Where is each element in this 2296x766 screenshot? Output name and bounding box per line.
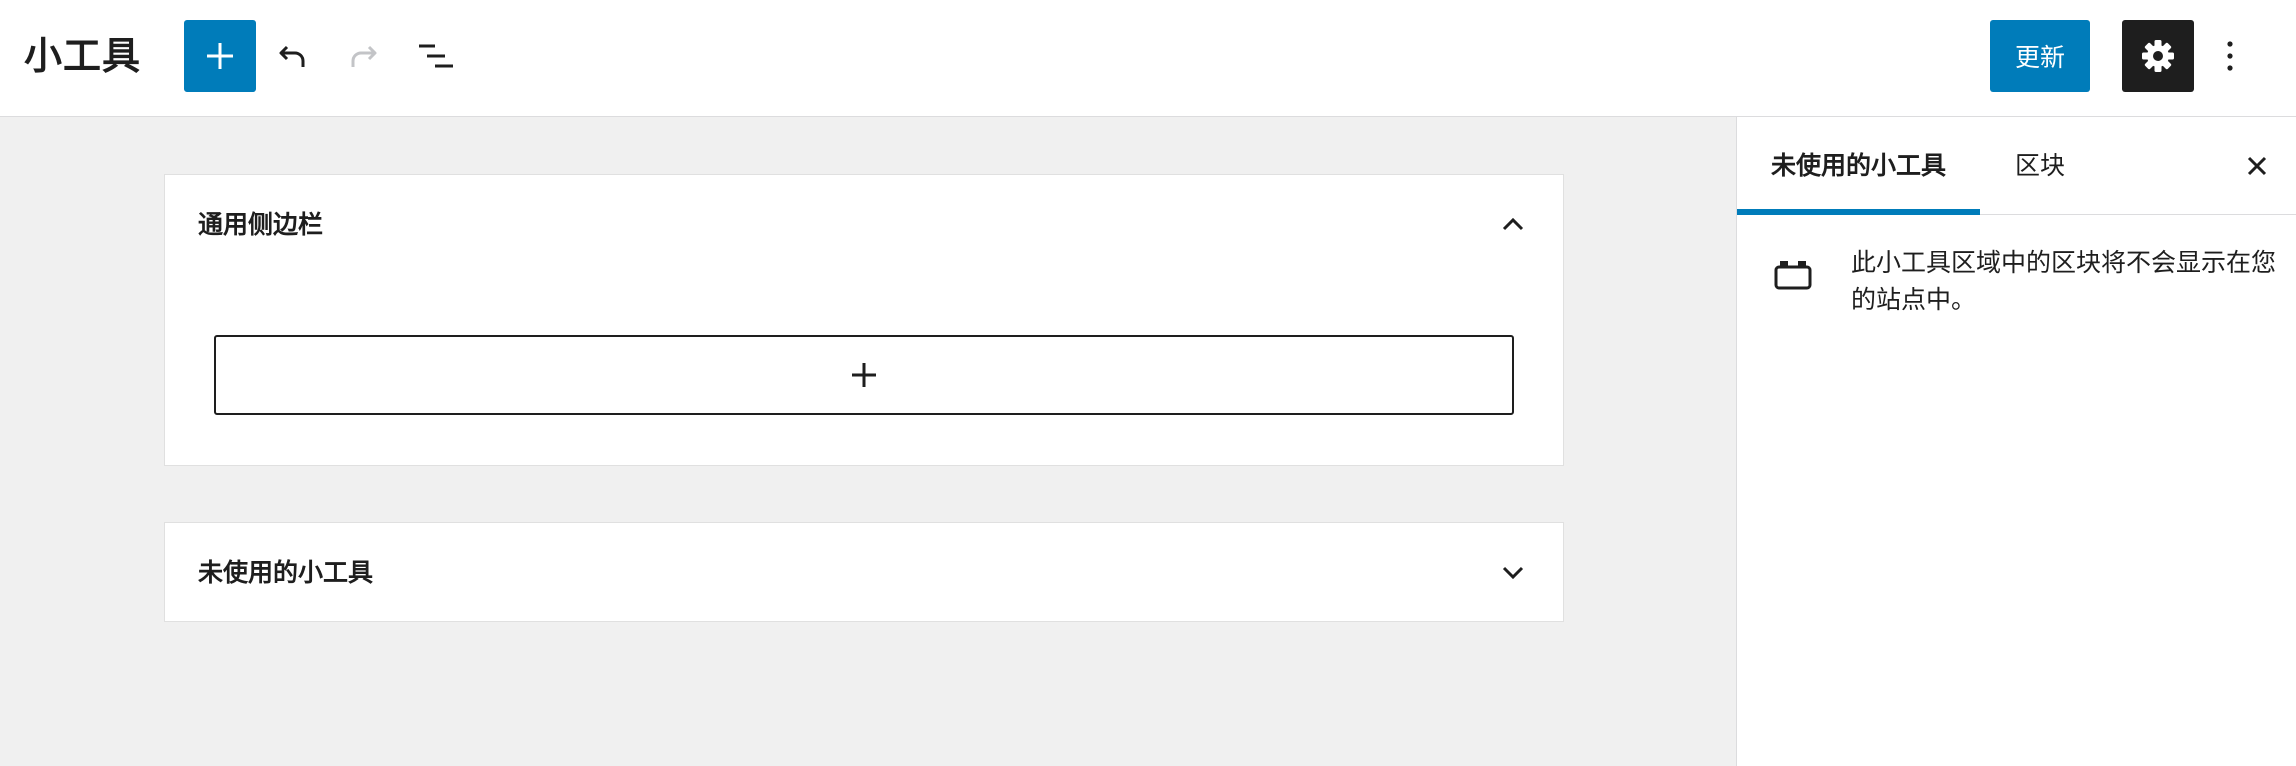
redo-button[interactable] bbox=[334, 26, 394, 86]
list-view-icon bbox=[419, 44, 453, 68]
more-options-button[interactable] bbox=[2200, 26, 2260, 86]
collapse-toggle[interactable] bbox=[1493, 204, 1533, 244]
tab-block[interactable]: 区块 bbox=[1993, 117, 2087, 215]
chevron-up-icon bbox=[1502, 217, 1524, 231]
tab-widget-area[interactable]: 未使用的小工具 bbox=[1737, 117, 1980, 215]
close-sidebar-button[interactable] bbox=[2237, 146, 2277, 186]
expand-toggle[interactable] bbox=[1493, 553, 1533, 593]
list-view-button[interactable] bbox=[406, 26, 466, 86]
more-vertical-icon bbox=[2227, 41, 2233, 71]
block-default-icon bbox=[1774, 261, 1812, 290]
widget-area-icon bbox=[1773, 255, 1813, 295]
page-title: 小工具 bbox=[24, 34, 142, 78]
editor-header: 小工具 更新 bbox=[0, 0, 2296, 117]
undo-button[interactable] bbox=[262, 26, 322, 86]
update-button[interactable]: 更新 bbox=[1990, 20, 2090, 92]
widget-area-inactive: 未使用的小工具 bbox=[164, 522, 1564, 622]
plus-icon bbox=[852, 363, 876, 387]
add-block-button[interactable] bbox=[184, 20, 256, 92]
widget-area-description: 此小工具区域中的区块将不会显示在您的站点中。 bbox=[1851, 248, 2277, 314]
undo-icon bbox=[279, 45, 305, 67]
sidebar-tabs: 未使用的小工具 区块 bbox=[1737, 117, 2296, 215]
plus-icon bbox=[207, 43, 233, 69]
chevron-down-icon bbox=[1502, 566, 1524, 580]
widget-area-general-sidebar: 通用侧边栏 bbox=[164, 174, 1564, 466]
widget-area-title[interactable]: 通用侧边栏 bbox=[198, 207, 323, 243]
close-icon bbox=[2247, 156, 2267, 176]
widgets-canvas: 通用侧边栏 未使用的小工具 bbox=[0, 117, 1736, 766]
add-block-appender[interactable] bbox=[214, 335, 1514, 415]
redo-icon bbox=[351, 45, 377, 67]
settings-sidebar: 未使用的小工具 区块 此小工具区域中的区块将不会显示在您的站点中。 bbox=[1736, 117, 2296, 766]
settings-button[interactable] bbox=[2122, 20, 2194, 92]
widget-area-title[interactable]: 未使用的小工具 bbox=[198, 555, 373, 591]
gear-icon bbox=[2142, 40, 2174, 72]
